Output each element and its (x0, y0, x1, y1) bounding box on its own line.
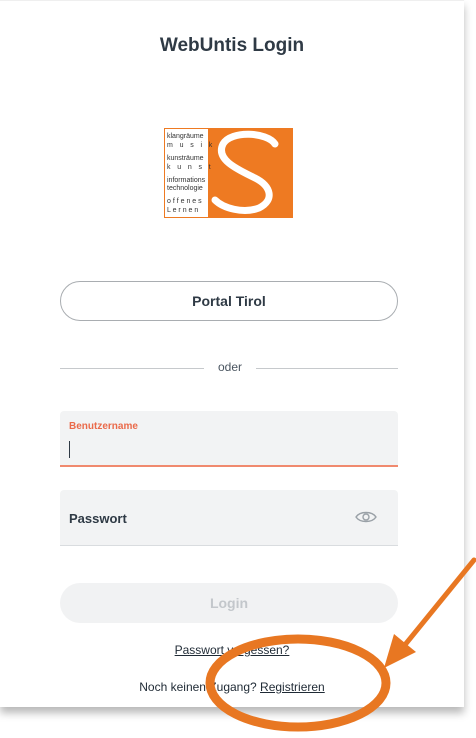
register-link[interactable]: Registrieren (260, 680, 325, 694)
password-label: Passwort (69, 511, 127, 526)
login-button[interactable]: Login (60, 583, 398, 623)
logo-line: klangräume (167, 133, 204, 140)
text-caret (69, 441, 70, 458)
divider-line-right (256, 368, 398, 369)
logo-line: k u n s t (167, 164, 214, 171)
eye-icon[interactable] (355, 510, 377, 524)
logo-s-mark (211, 130, 279, 214)
logo-line: kunsträume (167, 155, 204, 162)
logo-line: technologie (167, 185, 203, 192)
login-card: WebUntis Login klangräume m u s i k kuns… (0, 0, 464, 707)
logo-line: informations (167, 177, 206, 184)
password-field[interactable]: Passwort (60, 490, 398, 546)
username-field[interactable]: Benutzername (60, 411, 398, 467)
school-logo: klangräume m u s i k kunsträume k u n s … (164, 128, 293, 218)
divider-label: oder (217, 360, 243, 374)
no-access-text: Noch keinen Zugang? (139, 680, 257, 694)
divider-line-left (60, 368, 204, 369)
logo-text-column: klangräume m u s i k kunsträume k u n s … (164, 128, 212, 218)
page-title: WebUntis Login (159, 35, 305, 56)
no-access-line: Noch keinen Zugang? Registrieren (0, 680, 464, 694)
logo-line: m u s i k (167, 142, 215, 149)
portal-tirol-button[interactable]: Portal Tirol (60, 281, 398, 321)
forgot-password-link[interactable]: Passwort vergessen? (0, 643, 464, 657)
logo-line: L e r n e n (167, 207, 199, 214)
username-label: Benutzername (69, 421, 138, 432)
logo-line: o f f e n e s (167, 198, 202, 205)
